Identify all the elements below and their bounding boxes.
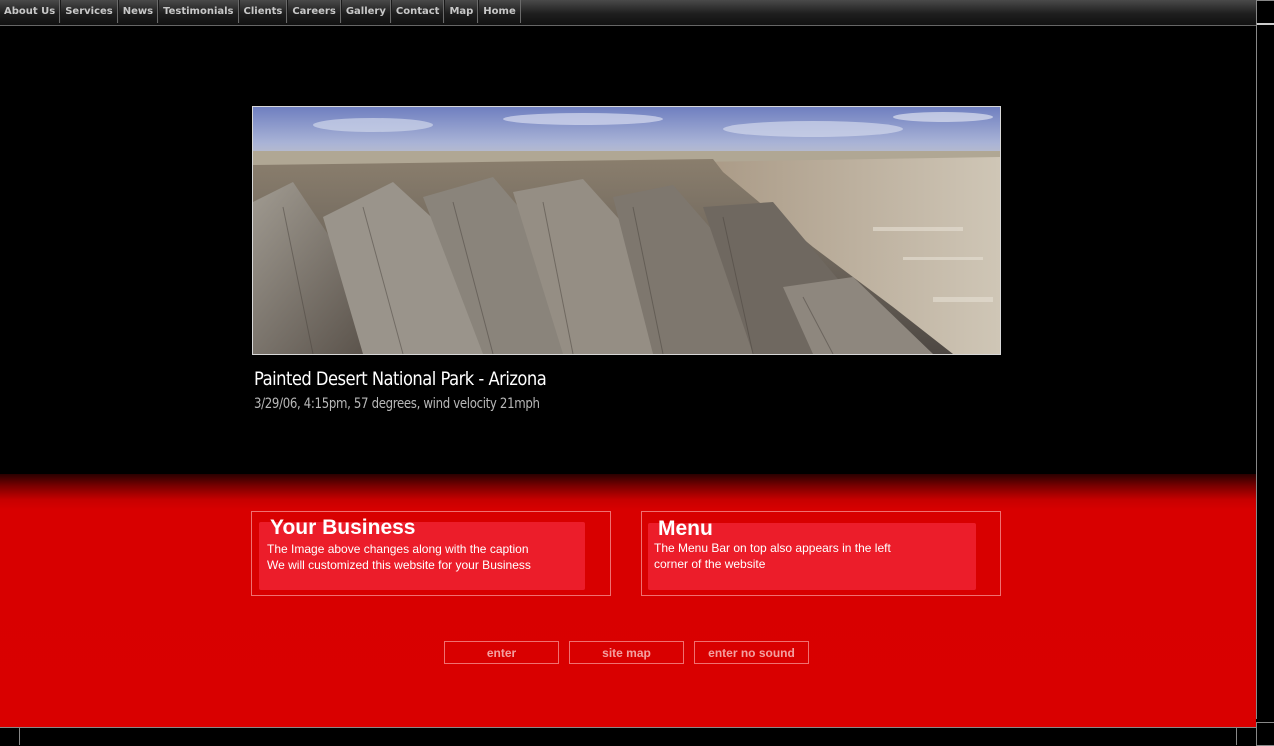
site-map-button[interactable]: site map [569,641,684,664]
panel-text-line: We will customized this website for your… [267,558,531,572]
red-content-band [0,474,1256,727]
panel-title: Menu [658,517,713,540]
top-nav-bar: About Us Services News Testimonials Clie… [0,0,1256,26]
panel-text-line: The Image above changes along with the c… [267,542,529,556]
nav-item-testimonials[interactable]: Testimonials [158,0,239,23]
vertical-scrollbar[interactable] [1256,0,1274,746]
horizontal-scrollbar[interactable] [0,727,1256,745]
nav-item-home[interactable]: Home [478,0,521,23]
panel-menu: Menu The Menu Bar on top also appears in… [641,511,1001,596]
nav-item-gallery[interactable]: Gallery [340,0,391,23]
nav-item-map[interactable]: Map [444,0,479,23]
hero-image [252,106,1001,355]
nav-item-about-us[interactable]: About Us [0,0,61,23]
scroll-right-button[interactable] [1236,727,1256,745]
panel-your-business: Your Business The Image above changes al… [251,511,611,596]
scroll-down-button[interactable] [1256,722,1274,746]
nav-item-careers[interactable]: Careers [287,0,341,23]
hero-caption-subtitle: 3/29/06, 4:15pm, 57 degrees, wind veloci… [254,396,540,412]
scroll-track[interactable] [1256,24,1257,719]
panel-text-line: The Menu Bar on top also appears in the … [654,541,891,555]
hero-caption-title: Painted Desert National Park - Arizona [254,368,547,390]
nav-item-services[interactable]: Services [60,0,118,23]
nav-item-news[interactable]: News [117,0,159,23]
scroll-left-button[interactable] [0,727,20,745]
panel-title: Your Business [270,516,416,539]
enter-no-sound-button[interactable]: enter no sound [694,641,809,664]
panel-text-line: corner of the website [654,557,766,571]
scroll-track[interactable] [20,727,1236,728]
enter-button[interactable]: enter [444,641,559,664]
nav-item-clients[interactable]: Clients [238,0,288,23]
nav-item-contact[interactable]: Contact [390,0,445,23]
scroll-up-button[interactable] [1256,0,1274,25]
